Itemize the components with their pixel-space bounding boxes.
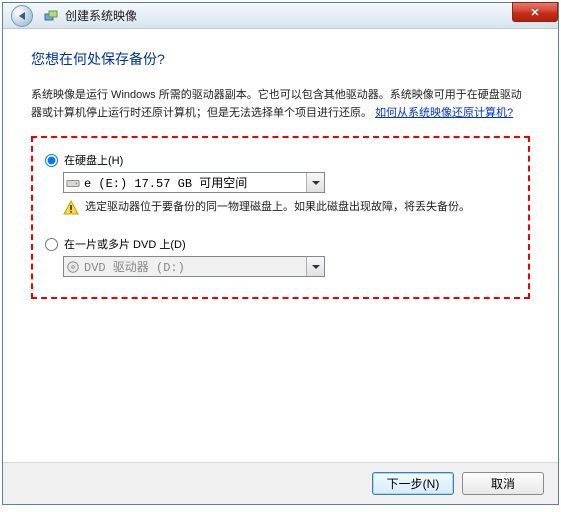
content-area: 您想在何处保存备份? 系统映像是运行 Windows 所需的驱动器副本。它也可以… [3,29,558,299]
page-heading: 您想在何处保存备份? [31,49,530,69]
chevron-down-icon [306,173,324,192]
dvd-combo[interactable]: DVD 驱动器 (D:) [63,256,325,277]
titlebar: 创建系统映像 ✕ [3,3,558,29]
hard-disk-combo[interactable]: e (E:) 17.57 GB 可用空间 [63,172,325,193]
hard-disk-radio-row[interactable]: 在硬盘上(H) [45,152,516,168]
help-link[interactable]: 如何从系统映像还原计算机? [375,107,513,119]
options-highlight-box: 在硬盘上(H) e (E:) 17.57 GB 可用空间 选定驱动器位于要备份的… [31,136,530,299]
hard-disk-label: 在硬盘上(H) [64,152,123,168]
next-button[interactable]: 下一步(N) [372,472,454,495]
back-arrow-icon [19,12,25,20]
hard-disk-option-group: 在硬盘上(H) e (E:) 17.57 GB 可用空间 选定驱动器位于要备份的… [45,152,516,216]
warning-row: 选定驱动器位于要备份的同一物理磁盘上。如果此磁盘出现故障，将丢失备份。 [63,199,516,216]
warning-icon [63,200,79,216]
dvd-combo-value: DVD 驱动器 (D:) [82,258,306,275]
dvd-label: 在一片或多片 DVD 上(D) [64,236,186,252]
hard-disk-radio[interactable] [45,154,58,167]
close-button[interactable]: ✕ [512,2,558,22]
description-text: 系统映像是运行 Windows 所需的驱动器副本。它也可以包含其他驱动器。系统映… [31,87,530,122]
window-title: 创建系统映像 [65,7,137,24]
dvd-drive-icon [64,260,82,274]
dialog-footer: 下一步(N) 取消 [3,462,558,504]
dvd-radio[interactable] [45,238,58,251]
warning-text: 选定驱动器位于要备份的同一物理磁盘上。如果此磁盘出现故障，将丢失备份。 [85,199,470,216]
chevron-down-icon [306,257,324,276]
back-button[interactable] [11,5,33,27]
drive-icon [64,176,82,190]
close-icon: ✕ [530,6,539,19]
hard-disk-combo-value: e (E:) 17.57 GB 可用空间 [82,174,306,191]
dvd-radio-row[interactable]: 在一片或多片 DVD 上(D) [45,236,516,252]
dvd-option-group: 在一片或多片 DVD 上(D) DVD 驱动器 (D:) [45,236,516,277]
cancel-button[interactable]: 取消 [462,472,544,495]
app-icon [43,8,59,24]
dialog-window: 创建系统映像 ✕ 您想在何处保存备份? 系统映像是运行 Windows 所需的驱… [2,2,559,505]
